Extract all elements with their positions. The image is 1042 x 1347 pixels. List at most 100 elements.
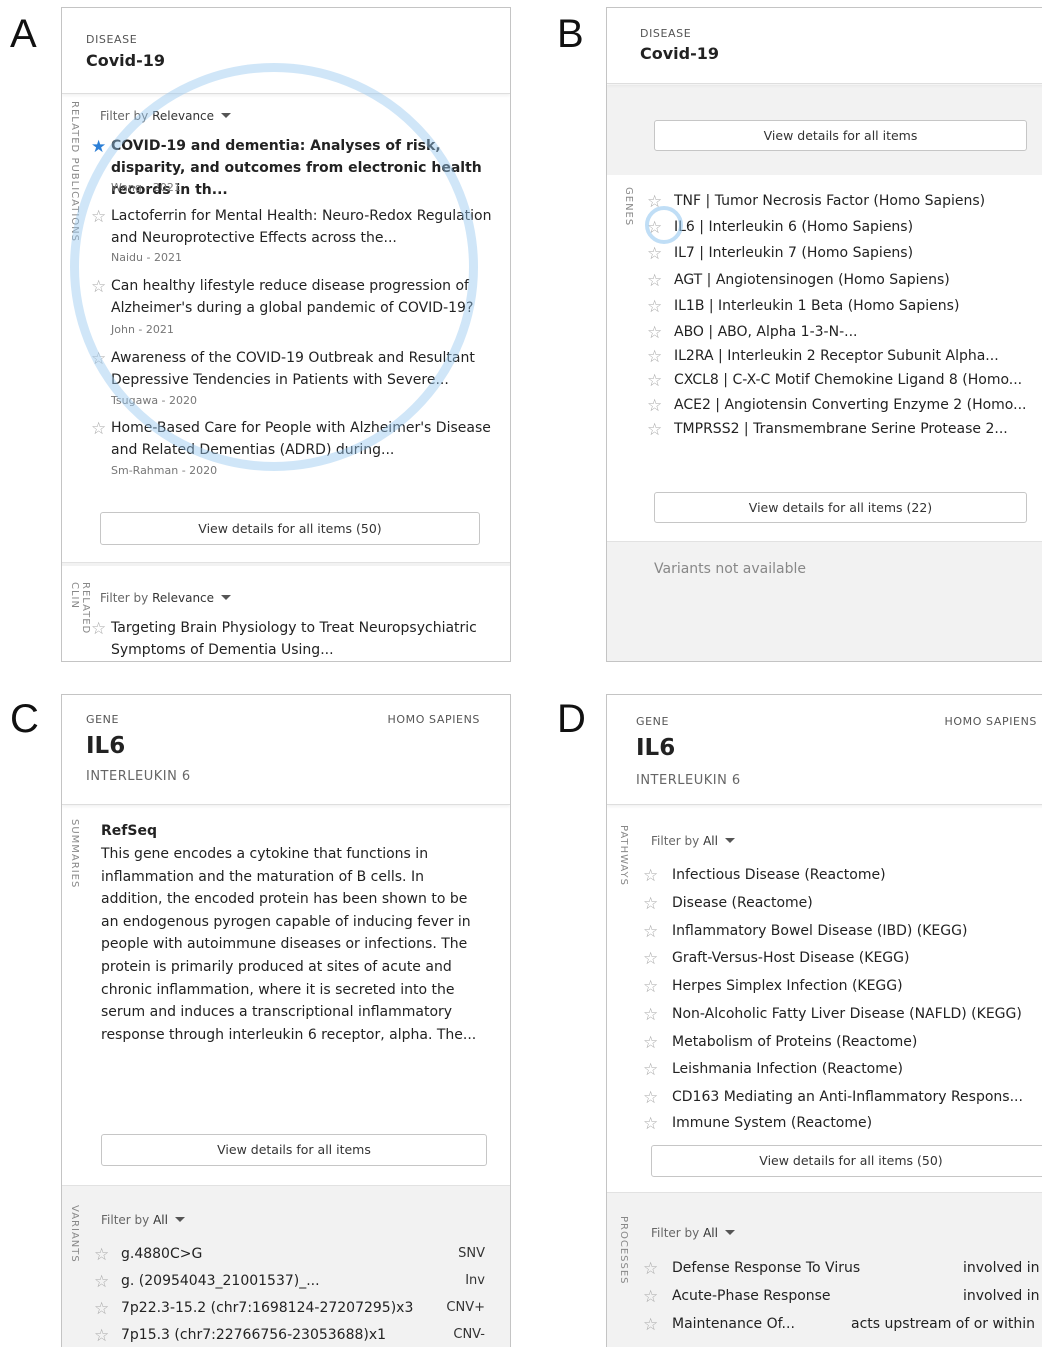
process-name[interactable]: Acute-Phase Response <box>672 1288 831 1304</box>
variant-name[interactable]: g. (20954043_21001537)_... <box>121 1273 320 1289</box>
section-label-related-publications: RELATED PUBLICATIONS <box>69 101 80 242</box>
panel-label-d: D <box>557 697 586 741</box>
trials-filter[interactable]: Filter by Relevance <box>100 591 232 605</box>
summary-line: inflammation and the maturation of B cel… <box>101 868 424 885</box>
gene-item[interactable]: ACE2 | Angiotensin Converting Enzyme 2 (… <box>674 397 1026 413</box>
star-outline-icon[interactable]: ☆ <box>643 923 658 940</box>
chevron-down-icon <box>724 1230 735 1235</box>
publication-title[interactable]: Awareness of the COVID-19 Outbreak and R… <box>111 347 493 391</box>
pathway-item[interactable]: CD163 Mediating an Anti-Inflammatory Res… <box>672 1089 1023 1105</box>
variant-name[interactable]: 7p22.3-15.2 (chr7:1698124-27207295)x3 <box>121 1300 443 1316</box>
star-outline-icon[interactable]: ☆ <box>94 1300 109 1317</box>
view-all-genes-button[interactable]: View details for all items (22) <box>654 492 1027 523</box>
filter-prefix: Filter by <box>651 1226 700 1240</box>
publication-title[interactable]: Can healthy lifestyle reduce disease pro… <box>111 275 493 319</box>
star-outline-icon[interactable]: ☆ <box>91 208 106 225</box>
gene-item[interactable]: TNF | Tumor Necrosis Factor (Homo Sapien… <box>674 193 985 209</box>
star-outline-icon[interactable]: ☆ <box>647 272 662 289</box>
filter-value: All <box>703 834 718 848</box>
star-outline-icon[interactable]: ☆ <box>91 350 106 367</box>
summary-source: RefSeq <box>101 823 157 839</box>
panel-label-b: B <box>557 12 584 56</box>
star-outline-icon[interactable]: ☆ <box>647 298 662 315</box>
gene-item[interactable]: IL6 | Interleukin 6 (Homo Sapiens) <box>674 219 913 235</box>
star-outline-icon[interactable]: ☆ <box>647 421 662 438</box>
section-label-genes: GENES <box>623 187 634 227</box>
star-outline-icon[interactable]: ☆ <box>647 348 662 365</box>
view-all-pathways-button[interactable]: View details for all items (50) <box>651 1145 1042 1177</box>
star-outline-icon[interactable]: ☆ <box>91 420 106 437</box>
publication-title[interactable]: Home-Based Care for People with Alzheime… <box>111 417 493 461</box>
view-all-button[interactable]: View details for all items <box>654 120 1027 151</box>
publication-meta: Sm-Rahman - 2020 <box>111 464 218 477</box>
gene-item[interactable]: IL1B | Interleukin 1 Beta (Homo Sapiens) <box>674 298 959 314</box>
pathway-item[interactable]: Disease (Reactome) <box>672 895 813 911</box>
star-outline-icon[interactable]: ☆ <box>643 1006 658 1023</box>
processes-filter[interactable]: Filter by All <box>651 1226 735 1240</box>
star-outline-icon[interactable]: ☆ <box>643 1288 658 1305</box>
process-name[interactable]: Defense Response To Virus <box>672 1260 860 1276</box>
pathway-item[interactable]: Herpes Simplex Infection (KEGG) <box>672 978 903 994</box>
star-outline-icon[interactable]: ☆ <box>643 895 658 912</box>
star-outline-icon[interactable]: ☆ <box>91 620 106 637</box>
star-outline-icon[interactable]: ☆ <box>94 1273 109 1290</box>
view-all-summaries-button[interactable]: View details for all items <box>101 1134 487 1166</box>
process-relation: acts upstream of or within <box>851 1316 1035 1332</box>
filter-value: Relevance <box>152 109 215 123</box>
entity-header: DISEASE Covid-19 <box>62 8 510 94</box>
star-outline-icon[interactable]: ☆ <box>91 278 106 295</box>
variants-filter[interactable]: Filter by All <box>101 1213 185 1227</box>
pathway-item[interactable]: Inflammatory Bowel Disease (IBD) (KEGG) <box>672 923 967 939</box>
pathways-filter[interactable]: Filter by All <box>651 834 735 848</box>
summary-line: chronic inflammation, where it is secret… <box>101 981 455 998</box>
variants-not-available: Variants not available <box>654 561 806 577</box>
star-outline-icon[interactable]: ☆ <box>647 324 662 341</box>
star-outline-icon[interactable]: ☆ <box>647 193 662 210</box>
star-outline-icon[interactable]: ☆ <box>643 1316 658 1333</box>
entity-kind: DISEASE <box>86 33 138 46</box>
star-outline-icon[interactable]: ☆ <box>647 397 662 414</box>
gene-item[interactable]: AGT | Angiotensinogen (Homo Sapiens) <box>674 272 950 288</box>
entity-header: GENE HOMO SAPIENS IL6 INTERLEUKIN 6 <box>607 695 1042 805</box>
star-outline-icon[interactable]: ☆ <box>647 372 662 389</box>
trial-title[interactable]: Targeting Brain Physiology to Treat Neur… <box>111 617 493 661</box>
panel-c-gene-summaries: GENE HOMO SAPIENS IL6 INTERLEUKIN 6 SUMM… <box>61 694 511 1347</box>
publications-filter[interactable]: Filter by Relevance <box>100 109 232 123</box>
filter-prefix: Filter by <box>101 1213 150 1227</box>
star-outline-icon[interactable]: ☆ <box>647 219 662 236</box>
gene-item[interactable]: TMPRSS2 | Transmembrane Serine Protease … <box>674 421 1008 437</box>
pathway-item[interactable]: Graft-Versus-Host Disease (KEGG) <box>672 950 909 966</box>
pathway-item[interactable]: Leishmania Infection (Reactome) <box>672 1061 903 1077</box>
star-outline-icon[interactable]: ☆ <box>643 950 658 967</box>
star-filled-icon[interactable]: ★ <box>91 138 106 155</box>
panel-b-disease-genes: DISEASE Covid-19 View details for all it… <box>606 7 1042 662</box>
publication-meta: John - 2021 <box>111 323 174 336</box>
publication-title[interactable]: Lactoferrin for Mental Health: Neuro-Red… <box>111 205 493 249</box>
star-outline-icon[interactable]: ☆ <box>647 245 662 262</box>
species-label: HOMO SAPIENS <box>387 713 480 726</box>
pathway-item[interactable]: Immune System (Reactome) <box>672 1115 872 1131</box>
star-outline-icon[interactable]: ☆ <box>643 1089 658 1106</box>
star-outline-icon[interactable]: ☆ <box>643 1034 658 1051</box>
gene-item[interactable]: CXCL8 | C-X-C Motif Chemokine Ligand 8 (… <box>674 372 1022 388</box>
process-name[interactable]: Maintenance Of... <box>672 1316 795 1332</box>
star-outline-icon[interactable]: ☆ <box>643 1260 658 1277</box>
star-outline-icon[interactable]: ☆ <box>643 1061 658 1078</box>
gene-item[interactable]: ABO | ABO, Alpha 1-3-N-... <box>674 324 857 340</box>
star-outline-icon[interactable]: ☆ <box>94 1246 109 1263</box>
gene-item[interactable]: IL2RA | Interleukin 2 Receptor Subunit A… <box>674 348 999 364</box>
entity-title: IL6 <box>636 735 676 761</box>
section-label-variants: VARIANTS <box>69 1205 80 1263</box>
star-outline-icon[interactable]: ☆ <box>643 978 658 995</box>
star-outline-icon[interactable]: ☆ <box>643 867 658 884</box>
pathway-item[interactable]: Non-Alcoholic Fatty Liver Disease (NAFLD… <box>672 1006 1022 1022</box>
pathway-item[interactable]: Metabolism of Proteins (Reactome) <box>672 1034 917 1050</box>
star-outline-icon[interactable]: ☆ <box>94 1327 109 1344</box>
star-outline-icon[interactable]: ☆ <box>643 1115 658 1132</box>
variant-name[interactable]: 7p15.3 (chr7:22766756-23053688)x1 <box>121 1327 443 1343</box>
view-all-publications-button[interactable]: View details for all items (50) <box>100 512 480 545</box>
gene-item[interactable]: IL7 | Interleukin 7 (Homo Sapiens) <box>674 245 913 261</box>
variant-name[interactable]: g.4880C>G <box>121 1246 202 1262</box>
pathway-item[interactable]: Infectious Disease (Reactome) <box>672 867 886 883</box>
variant-type: SNV <box>458 1246 485 1261</box>
